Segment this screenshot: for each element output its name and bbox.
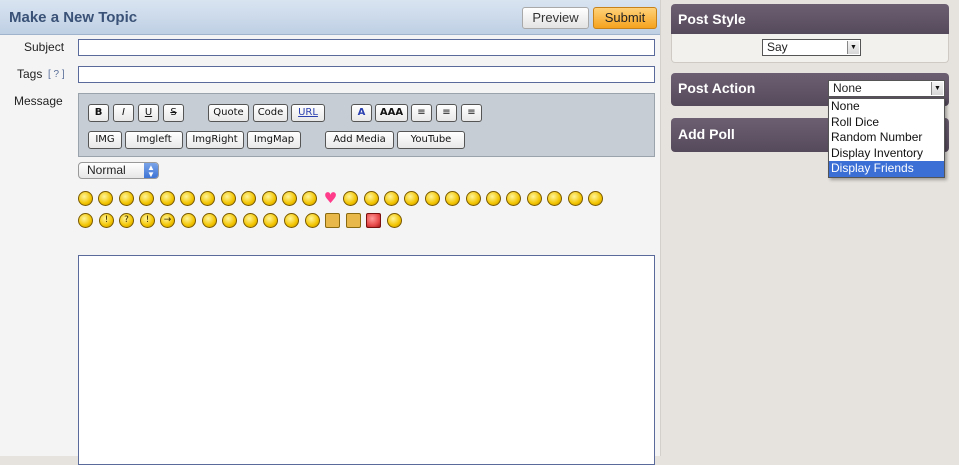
- add-poll-title: Add Poll: [678, 126, 735, 142]
- smiley-worried-icon[interactable]: [506, 191, 521, 206]
- smiley-evil-icon[interactable]: [588, 191, 603, 206]
- smiley-blush-icon[interactable]: [119, 191, 134, 206]
- smiley-happy-icon[interactable]: [364, 191, 379, 206]
- post-style-body: Say ▼: [671, 34, 949, 63]
- strikethrough-button[interactable]: S: [163, 104, 184, 122]
- post-style-value: Say: [767, 40, 788, 54]
- smiley-devil-icon[interactable]: [568, 191, 583, 206]
- post-style-select[interactable]: Say ▼: [762, 39, 861, 56]
- post-action-option-roll-dice[interactable]: Roll Dice: [829, 115, 944, 131]
- preview-button[interactable]: Preview: [522, 7, 589, 29]
- bold-button[interactable]: B: [88, 104, 109, 122]
- updown-arrows-icon: ▲ ▼: [144, 163, 158, 179]
- smiley-squint-icon[interactable]: [284, 213, 299, 228]
- smiley-dizzy-icon[interactable]: [282, 191, 297, 206]
- font-size-button[interactable]: AAA: [375, 104, 408, 122]
- align-left-icon: ≡: [417, 107, 426, 118]
- page-title: Make a New Topic: [9, 9, 138, 26]
- smiley-wink-icon[interactable]: [160, 191, 175, 206]
- post-action-option-display-inventory[interactable]: Display Inventory: [829, 146, 944, 162]
- message-textarea[interactable]: [78, 255, 655, 465]
- post-style-header: Post Style: [671, 4, 949, 34]
- tags-input[interactable]: [78, 66, 655, 83]
- smiley-surprised-icon[interactable]: [425, 191, 440, 206]
- post-action-option-display-friends[interactable]: Display Friends: [829, 161, 944, 177]
- code-button[interactable]: Code: [253, 104, 288, 122]
- format-select[interactable]: Normal ▲ ▼: [78, 162, 159, 179]
- align-center-button[interactable]: ≡: [436, 104, 457, 122]
- new-topic-header: Make a New Topic Preview Submit: [0, 0, 660, 35]
- italic-button[interactable]: I: [113, 104, 134, 122]
- smiley-cry-icon[interactable]: [139, 191, 154, 206]
- smiley-confused-icon[interactable]: [445, 191, 460, 206]
- new-topic-panel: Make a New Topic Preview Submit Subject …: [0, 0, 661, 465]
- align-left-button[interactable]: ≡: [411, 104, 432, 122]
- subject-label: Subject: [24, 40, 65, 54]
- post-action-dropdown: None Roll Dice Random Number Display Inv…: [828, 98, 945, 178]
- post-action-select[interactable]: None ▼: [828, 80, 945, 97]
- post-action-option-none[interactable]: None: [829, 99, 944, 115]
- subject-input[interactable]: [78, 39, 655, 56]
- smiley-ninja-icon[interactable]: [222, 213, 237, 228]
- smiley-eek-icon[interactable]: [78, 213, 93, 228]
- post-action-title: Post Action: [678, 80, 756, 96]
- imgright-button[interactable]: ImgRight: [186, 131, 244, 149]
- smiley-idea-icon[interactable]: !: [140, 213, 155, 228]
- smiley-laugh-icon[interactable]: [180, 191, 195, 206]
- smiley-sad-icon[interactable]: [404, 191, 419, 206]
- url-button[interactable]: URL: [291, 104, 325, 122]
- chevron-down-icon: ▼: [847, 41, 859, 54]
- imgmap-button[interactable]: ImgMap: [247, 131, 301, 149]
- smiley-meh-icon[interactable]: [181, 213, 196, 228]
- smiley-kiss-icon[interactable]: [243, 213, 258, 228]
- align-right-icon: ≡: [467, 107, 476, 118]
- smiley-exclaim-icon[interactable]: !: [99, 213, 114, 228]
- bbcode-toolbar: B I U S Quote Code URL A AAA ≡ ≡ ≡ IMG I…: [78, 93, 655, 157]
- format-select-value: Normal: [87, 163, 126, 177]
- smiley-content-icon[interactable]: [384, 191, 399, 206]
- smiley-unicorn-icon[interactable]: [346, 213, 361, 228]
- chevron-down-icon: ▼: [931, 82, 943, 95]
- smiley-shock-icon[interactable]: [262, 191, 277, 206]
- smiley-smile-icon[interactable]: [98, 191, 113, 206]
- smiley-neutral-icon[interactable]: [200, 191, 215, 206]
- align-right-button[interactable]: ≡: [461, 104, 482, 122]
- post-action-value: None: [833, 81, 862, 95]
- quote-button[interactable]: Quote: [208, 104, 249, 122]
- smiley-rss-icon[interactable]: [366, 213, 381, 228]
- smiley-cheese-icon[interactable]: [325, 213, 340, 228]
- smiley-frown-icon[interactable]: [547, 191, 562, 206]
- smiley-sleepy-icon[interactable]: [302, 191, 317, 206]
- font-color-button[interactable]: A: [351, 104, 372, 122]
- smiley-angry-icon[interactable]: [241, 191, 256, 206]
- youtube-button[interactable]: YouTube: [397, 131, 465, 149]
- underline-button[interactable]: U: [138, 104, 159, 122]
- smiley-arrow-icon[interactable]: →: [160, 213, 175, 228]
- smiley-rolleyes-icon[interactable]: [263, 213, 278, 228]
- img-button[interactable]: IMG: [88, 131, 122, 149]
- smiley-cool-icon[interactable]: [466, 191, 481, 206]
- smiley-heart-icon[interactable]: ♥: [323, 191, 338, 206]
- submit-button[interactable]: Submit: [593, 7, 657, 29]
- align-center-icon: ≡: [442, 107, 451, 118]
- message-label: Message: [14, 94, 63, 108]
- imgleft-button[interactable]: Imgleft: [125, 131, 183, 149]
- tags-help-link[interactable]: [ ? ]: [48, 69, 65, 80]
- add-media-button[interactable]: Add Media: [325, 131, 394, 149]
- smiley-mrgreen-icon[interactable]: [202, 213, 217, 228]
- smiley-monkey-icon[interactable]: [305, 213, 320, 228]
- tags-label: Tags: [17, 67, 43, 81]
- smiley-grin-icon[interactable]: [78, 191, 93, 206]
- post-action-option-random-number[interactable]: Random Number: [829, 130, 944, 146]
- smiley-grimace-icon[interactable]: [343, 191, 358, 206]
- smiley-cheer-icon[interactable]: [527, 191, 542, 206]
- smiley-tongue-icon[interactable]: [221, 191, 236, 206]
- smiley-lol-icon[interactable]: [486, 191, 501, 206]
- smiley-nerd-icon[interactable]: [387, 213, 402, 228]
- smiley-question-icon[interactable]: ?: [119, 213, 134, 228]
